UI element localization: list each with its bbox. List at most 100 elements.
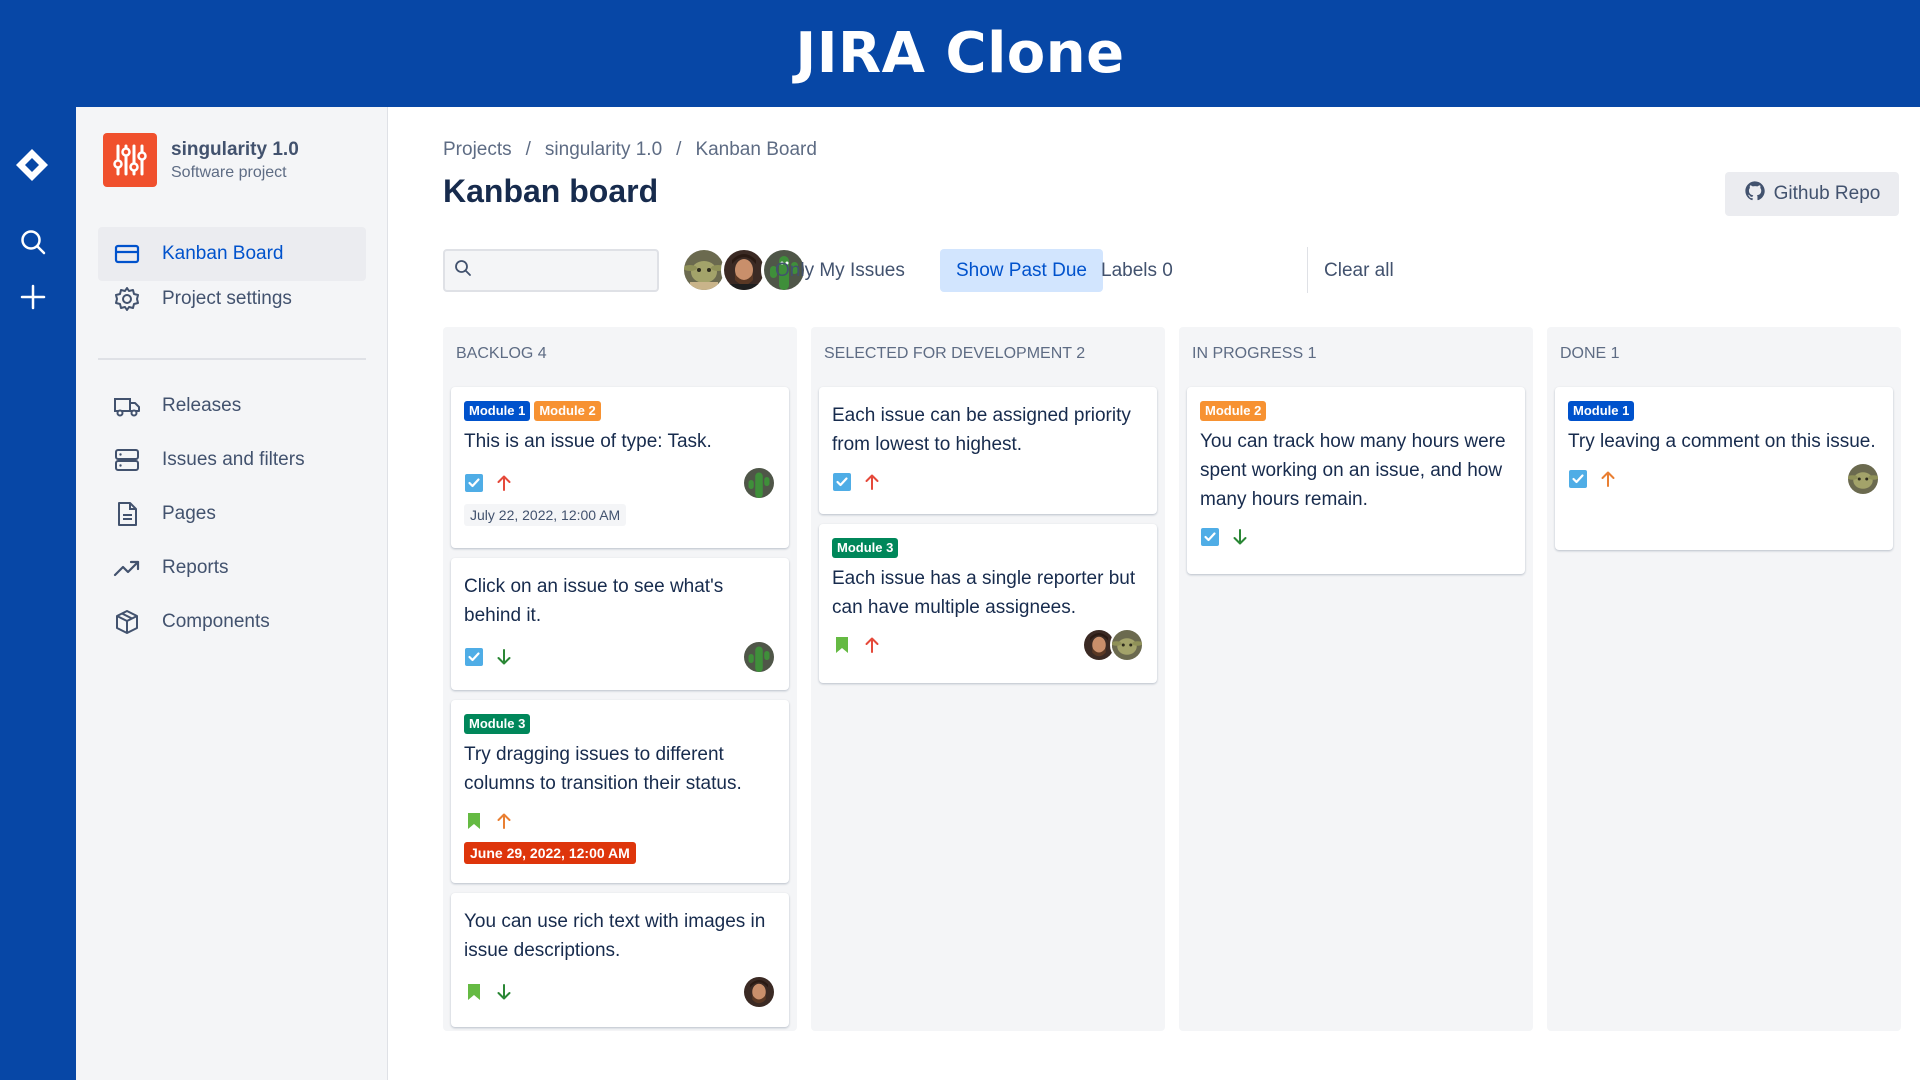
task-icon: [1200, 527, 1220, 547]
task-icon: [464, 473, 484, 493]
sidebar-item-label: Releases: [162, 395, 242, 416]
issue-title: You can use rich text with images in iss…: [464, 911, 766, 961]
labels-row: Module 1: [1568, 401, 1880, 421]
column-selected-for-development: SELECTED FOR DEVELOPMENT 2 Each issue ca…: [811, 327, 1165, 1031]
sidebar-item-label: Issues and filters: [162, 449, 305, 470]
overdue-date-tag: June 29, 2022, 12:00 AM: [464, 842, 636, 864]
sidebar-item-reports[interactable]: Reports: [98, 541, 366, 595]
bookmark-story-icon: [464, 811, 484, 831]
breadcrumb-item[interactable]: Kanban Board: [695, 139, 817, 161]
clear-all-button[interactable]: Clear all: [1308, 249, 1410, 292]
sidebar-item-label: Kanban Board: [162, 243, 284, 264]
sidebar-item-label: Reports: [162, 557, 229, 578]
gear-icon: [112, 284, 142, 314]
avatar-yoda: [1110, 628, 1144, 662]
project-info: singularity 1.0 Software project: [103, 133, 299, 187]
board-icon: [112, 239, 142, 269]
global-navbar: [0, 107, 76, 1080]
issue-label: Module 1: [1568, 401, 1635, 421]
labels-filter-button[interactable]: Labels 0: [1085, 249, 1189, 292]
show-past-due-button[interactable]: Show Past Due: [940, 249, 1103, 292]
issue-label: Module 2: [1200, 401, 1267, 421]
page-title: Kanban board: [443, 173, 659, 209]
avatar-cactus: [742, 466, 776, 500]
issue-title: You can track how many hours were spent …: [1200, 431, 1506, 510]
issue-card[interactable]: Click on an issue to see what's behind i…: [451, 558, 789, 690]
project-type: Software project: [171, 163, 287, 181]
truck-icon: [112, 391, 142, 421]
issue-title: Click on an issue to see what's behind i…: [464, 576, 724, 626]
breadcrumb-item[interactable]: singularity 1.0: [545, 139, 662, 161]
main-content: Projects / singularity 1.0 / Kanban Boar…: [389, 107, 1920, 1080]
bookmark-story-icon: [464, 982, 484, 1002]
sidebar-item-releases[interactable]: Releases: [98, 379, 366, 433]
github-repo-button[interactable]: Github Repo: [1725, 172, 1899, 216]
sidebar-item-pages[interactable]: Pages: [98, 487, 366, 541]
plus-icon[interactable]: [18, 282, 48, 312]
issue-title: This is an issue of type: Task.: [464, 431, 712, 452]
issue-card[interactable]: Module 2 You can track how many hours we…: [1187, 387, 1525, 574]
arrow-down-low-priority-icon: [494, 647, 514, 667]
column-title: BACKLOG 4: [456, 345, 547, 362]
sidebar-item-issues-and-filters[interactable]: Issues and filters: [98, 433, 366, 487]
bookmark-story-icon: [832, 635, 852, 655]
arrow-up-medium-priority-icon: [1598, 469, 1618, 489]
task-icon: [832, 472, 852, 492]
promo-banner: JIRA Clone: [0, 0, 1920, 107]
issue-title: Try dragging issues to different columns…: [464, 744, 742, 794]
avatar-man: [742, 975, 776, 1009]
breadcrumb-separator: /: [525, 139, 531, 160]
only-my-issues-button[interactable]: Only My Issues: [759, 249, 921, 292]
issue-label: Module 3: [464, 714, 531, 734]
sidebar-item-label: Pages: [162, 503, 216, 524]
column-title: SELECTED FOR DEVELOPMENT 2: [824, 345, 1086, 362]
sidebar-item-label: Project settings: [162, 288, 292, 309]
issue-label: Module 3: [832, 538, 899, 558]
sidebar-item-project-settings[interactable]: Project settings: [98, 272, 366, 326]
column-title: DONE 1: [1560, 345, 1620, 362]
search-icon: [454, 259, 472, 282]
sidebar-item-label: Components: [162, 611, 270, 632]
issue-card[interactable]: Module 3 Each issue has a single reporte…: [819, 524, 1157, 683]
search-text-field[interactable]: [480, 261, 650, 280]
breadcrumb: Projects / singularity 1.0 / Kanban Boar…: [443, 139, 817, 161]
sliders-icon: [113, 144, 147, 176]
box-icon: [112, 607, 142, 637]
github-repo-label: Github Repo: [1773, 183, 1881, 204]
page-icon: [112, 499, 142, 529]
issue-label: Module 1: [464, 401, 531, 421]
column-backlog: BACKLOG 4 Module 1 Module 2 This is an i…: [443, 327, 797, 1031]
server-icon: [112, 445, 142, 475]
arrow-up-high-priority-icon: [862, 472, 882, 492]
issue-card[interactable]: You can use rich text with images in iss…: [451, 893, 789, 1027]
arrow-up-high-priority-icon: [494, 473, 514, 493]
issue-title: Each issue can be assigned priority from…: [832, 405, 1131, 455]
project-sidebar: singularity 1.0 Software project Kanban …: [76, 107, 388, 1080]
search-icon[interactable]: [18, 227, 48, 257]
arrow-down-low-priority-icon: [494, 982, 514, 1002]
project-name: singularity 1.0: [171, 138, 299, 160]
breadcrumb-separator: /: [676, 139, 682, 160]
labels-row: Module 1 Module 2: [464, 401, 776, 421]
github-icon: [1744, 180, 1766, 208]
due-date-tag: July 22, 2022, 12:00 AM: [464, 504, 627, 526]
avatar-cactus: [742, 640, 776, 674]
labels-row: Module 3: [464, 714, 776, 734]
issue-title: Try leaving a comment on this issue.: [1568, 431, 1876, 452]
jira-logo-icon[interactable]: [14, 147, 50, 183]
task-icon: [1568, 469, 1588, 489]
issue-card[interactable]: Module 1 Module 2 This is an issue of ty…: [451, 387, 789, 548]
issue-card[interactable]: Module 3 Try dragging issues to differen…: [451, 700, 789, 883]
column-done: DONE 1 Module 1 Try leaving a comment on…: [1547, 327, 1901, 1031]
board-filters: Only My Issues Show Past Due Labels 0 Cl…: [443, 247, 1903, 293]
issue-card[interactable]: Each issue can be assigned priority from…: [819, 387, 1157, 514]
sidebar-item-components[interactable]: Components: [98, 595, 366, 649]
issue-card[interactable]: Module 1 Try leaving a comment on this i…: [1555, 387, 1893, 550]
arrow-up-high-priority-icon: [862, 635, 882, 655]
trend-icon: [112, 553, 142, 583]
banner-title: JIRA Clone: [795, 21, 1125, 86]
column-title: IN PROGRESS 1: [1192, 345, 1317, 362]
search-input[interactable]: [443, 249, 659, 292]
breadcrumb-item[interactable]: Projects: [443, 139, 512, 161]
avatar-yoda: [1846, 462, 1880, 496]
